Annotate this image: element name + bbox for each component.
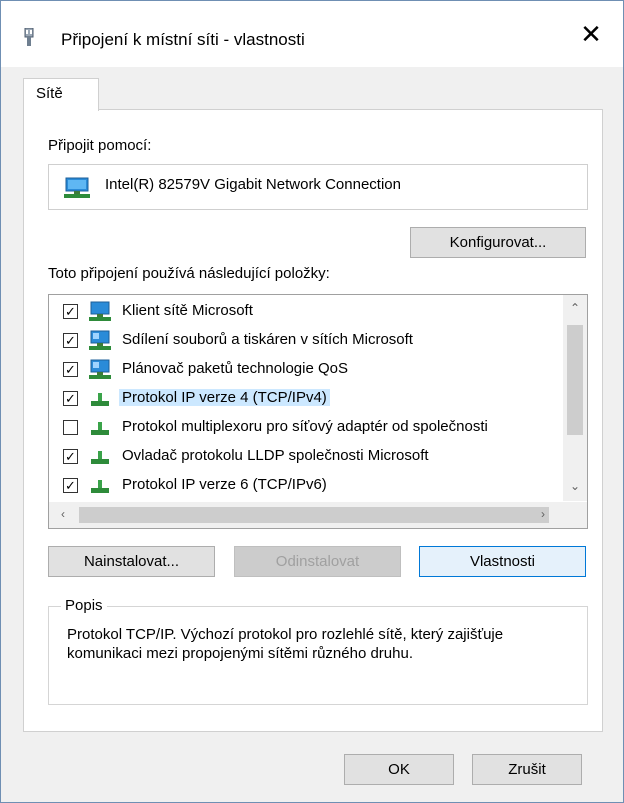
configure-button[interactable]: Konfigurovat...	[410, 227, 586, 258]
item-label: Protokol IP verze 4 (TCP/IPv4)	[119, 389, 330, 406]
list-item[interactable]: ✓ Klient sítě Microsoft	[49, 298, 557, 327]
adapter-name: Intel(R) 82579V Gigabit Network Connecti…	[105, 176, 401, 193]
scroll-left-icon[interactable]: ‹	[51, 507, 75, 521]
horizontal-scrollbar[interactable]: ‹ ›	[49, 502, 587, 528]
tab-networking[interactable]: Sítě	[23, 78, 99, 111]
close-icon: ✕	[580, 18, 602, 49]
list-item[interactable]: ✓ Protokol IP verze 4 (TCP/IPv4)	[49, 385, 557, 414]
network-service-icon	[89, 330, 111, 350]
connect-using-label: Připojit pomocí:	[48, 137, 152, 154]
components-list[interactable]: ✓ Klient sítě Microsoft ✓ Sdílení soubor…	[48, 294, 588, 529]
close-button[interactable]: ✕	[559, 1, 623, 67]
item-checkbox[interactable]: ✓	[63, 449, 78, 464]
item-label: Klient sítě Microsoft	[122, 302, 253, 319]
uninstall-button[interactable]: Odinstalovat	[234, 546, 401, 577]
protocol-icon	[91, 451, 109, 464]
description-group: Popis Protokol TCP/IP. Výchozí protokol …	[48, 597, 588, 705]
network-cable-icon	[24, 28, 34, 46]
scroll-up-icon[interactable]: ⌃	[563, 301, 587, 315]
list-item[interactable]: ✓ Protokol IP verze 6 (TCP/IPv6)	[49, 472, 557, 501]
list-item[interactable]: Protokol multiplexoru pro síťový adaptér…	[49, 414, 557, 443]
item-checkbox[interactable]: ✓	[63, 304, 78, 319]
network-service-icon	[89, 359, 111, 379]
item-checkbox[interactable]	[63, 420, 78, 435]
item-checkbox[interactable]: ✓	[63, 333, 78, 348]
item-checkbox[interactable]: ✓	[63, 478, 78, 493]
properties-dialog: Připojení k místní síti - vlastnosti ✕ S…	[0, 0, 624, 803]
horizontal-scroll-thumb[interactable]	[79, 507, 549, 523]
scroll-down-icon[interactable]: ⌄	[563, 479, 587, 493]
item-label: Ovladač protokolu LLDP společnosti Micro…	[122, 447, 429, 464]
window-title: Připojení k místní síti - vlastnosti	[61, 30, 305, 49]
item-label: Protokol multiplexoru pro síťový adaptér…	[122, 418, 488, 435]
item-checkbox[interactable]: ✓	[63, 362, 78, 377]
title-bar: Připojení k místní síti - vlastnosti ✕	[1, 1, 623, 67]
scroll-right-icon[interactable]: ›	[531, 507, 555, 521]
properties-button[interactable]: Vlastnosti	[419, 546, 586, 577]
protocol-icon	[91, 422, 109, 435]
adapter-box: Intel(R) 82579V Gigabit Network Connecti…	[48, 164, 588, 210]
description-text: Protokol TCP/IP. Výchozí protokol pro ro…	[67, 626, 504, 662]
list-item[interactable]: ✓ Sdílení souborů a tiskáren v sítích Mi…	[49, 327, 557, 356]
item-checkbox[interactable]: ✓	[63, 391, 78, 406]
tab-label: Sítě	[36, 85, 63, 102]
ok-button[interactable]: OK	[344, 754, 454, 785]
install-button[interactable]: Nainstalovat...	[48, 546, 215, 577]
cancel-button[interactable]: Zrušit	[472, 754, 582, 785]
item-label: Protokol IP verze 6 (TCP/IPv6)	[122, 476, 327, 493]
items-label: Toto připojení používá následující polož…	[48, 265, 330, 282]
vertical-scrollbar[interactable]: ⌃ ⌄	[563, 295, 587, 501]
item-label: Sdílení souborů a tiskáren v sítích Micr…	[122, 331, 413, 348]
protocol-icon	[91, 393, 109, 406]
network-client-icon	[89, 301, 111, 321]
description-title: Popis	[61, 597, 107, 614]
list-item[interactable]: ✓ Plánovač paketů technologie QoS	[49, 356, 557, 385]
item-label: Plánovač paketů technologie QoS	[122, 360, 348, 377]
vertical-scroll-thumb[interactable]	[567, 325, 583, 435]
protocol-icon	[91, 480, 109, 493]
list-item[interactable]: ✓ Ovladač protokolu LLDP společnosti Mic…	[49, 443, 557, 472]
network-adapter-icon	[64, 177, 90, 198]
